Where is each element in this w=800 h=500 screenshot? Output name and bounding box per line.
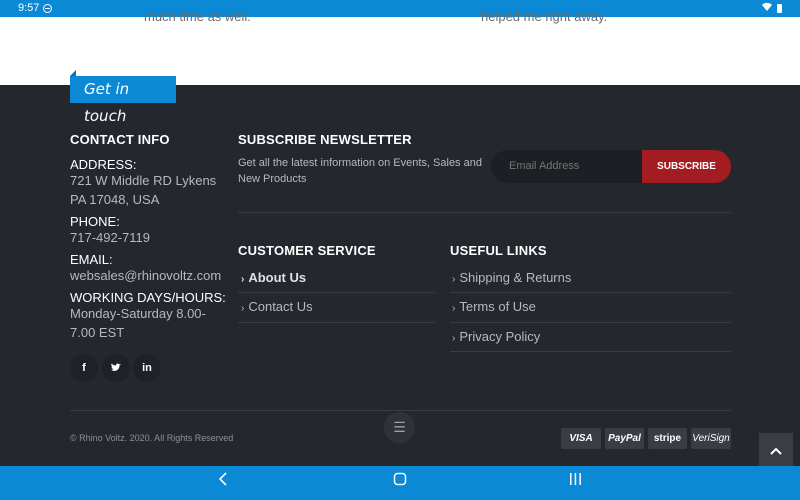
- link-label: Privacy Policy: [459, 329, 541, 344]
- link-label: About Us: [248, 270, 307, 285]
- contact-info-heading: CONTACT INFO: [70, 132, 170, 147]
- chevron-right-icon: ›: [452, 303, 456, 314]
- phone-label: PHONE:: [70, 214, 120, 229]
- email-address-input[interactable]: [491, 150, 643, 183]
- visa-logo: VISA: [561, 428, 601, 449]
- divider: [238, 322, 435, 323]
- linkedin-icon[interactable]: in: [133, 354, 161, 382]
- back-icon[interactable]: [218, 472, 228, 491]
- link-privacy-policy[interactable]: › Privacy Policy: [452, 329, 540, 344]
- facebook-icon[interactable]: f: [70, 354, 98, 382]
- status-bar: 9:57: [0, 0, 800, 17]
- scroll-to-top-button[interactable]: [759, 433, 793, 466]
- testimonials-section: much time as well. helped me right away.: [0, 9, 800, 85]
- testimonial-text: helped me right away.: [481, 9, 608, 24]
- chevron-right-icon: ›: [241, 274, 245, 285]
- chevron-right-icon: ›: [452, 333, 456, 344]
- twitter-icon[interactable]: [102, 354, 130, 382]
- useful-links-heading: USEFUL LINKS: [450, 243, 547, 258]
- divider: [450, 351, 731, 352]
- subscribe-button[interactable]: SUBSCRIBE: [642, 150, 731, 183]
- divider: [238, 292, 435, 293]
- stripe-logo: stripe: [648, 428, 687, 449]
- link-about-us[interactable]: › About Us: [241, 270, 306, 285]
- verisign-logo: VeriSign: [691, 428, 731, 449]
- newsletter-description: Get all the latest information on Events…: [238, 157, 482, 185]
- home-icon[interactable]: [393, 472, 407, 491]
- hours-label: WORKING DAYS/HOURS:: [70, 290, 226, 305]
- link-contact-us[interactable]: › Contact Us: [241, 299, 313, 314]
- wifi-icon: [761, 1, 773, 16]
- footer: CONTACT INFO ADDRESS: 721 W Middle RD Ly…: [0, 85, 800, 466]
- system-navigation-bar: [0, 466, 800, 500]
- link-label: Shipping & Returns: [459, 270, 572, 285]
- menu-icon[interactable]: ☰: [384, 412, 415, 443]
- recent-apps-icon[interactable]: [569, 472, 582, 490]
- email-label: EMAIL:: [70, 252, 113, 267]
- copyright-text: © Rhino Voltz. 2020. All Rights Reserved: [70, 433, 234, 443]
- email-value[interactable]: websales@rhinovoltz.com: [70, 266, 221, 285]
- chevron-right-icon: ›: [452, 274, 456, 285]
- get-in-touch-tab: Get in touch: [70, 70, 176, 125]
- do-not-disturb-icon: [43, 4, 52, 13]
- divider: [70, 410, 731, 411]
- newsletter-heading: SUBSCRIBE NEWSLETTER: [238, 132, 412, 147]
- address-line: 721 W Middle RD Lykens: [70, 173, 217, 188]
- paypal-logo: PayPal: [605, 428, 644, 449]
- testimonial-text: much time as well.: [144, 9, 251, 24]
- address-label: ADDRESS:: [70, 157, 137, 172]
- address-line: PA 17048, USA: [70, 192, 160, 207]
- chevron-right-icon: ›: [241, 303, 245, 314]
- divider: [450, 292, 731, 293]
- divider: [450, 322, 731, 323]
- link-terms-of-use[interactable]: › Terms of Use: [452, 299, 536, 314]
- phone-value[interactable]: 717-492-7119: [70, 228, 150, 247]
- divider: [238, 212, 731, 213]
- link-label: Terms of Use: [459, 299, 536, 314]
- customer-service-heading: CUSTOMER SERVICE: [238, 243, 376, 258]
- link-shipping-returns[interactable]: › Shipping & Returns: [452, 270, 571, 285]
- link-label: Contact Us: [248, 299, 313, 314]
- hours-line: Monday-Saturday 8.00-: [70, 306, 206, 321]
- battery-icon: [777, 4, 782, 13]
- status-time: 9:57: [18, 2, 40, 14]
- hours-line: 7.00 EST: [70, 325, 125, 340]
